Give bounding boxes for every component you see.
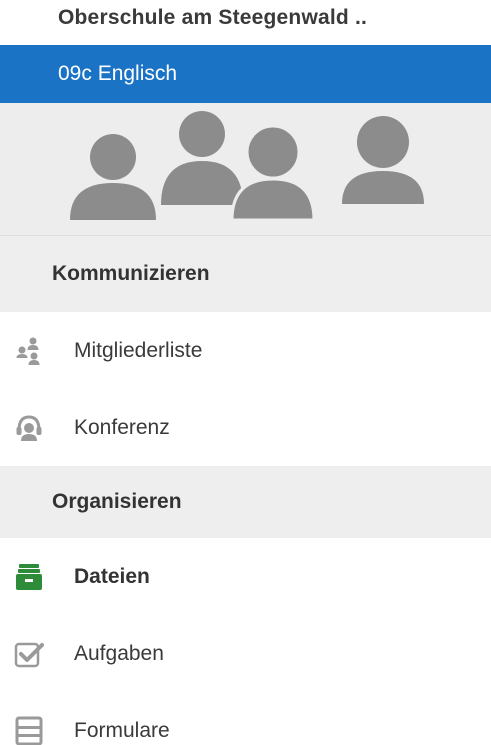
nav-item-label: Dateien — [74, 564, 150, 588]
organization-title[interactable]: Oberschule am Steegenwald .. — [0, 0, 491, 45]
tasks-checkbox-icon — [14, 639, 44, 669]
group-header[interactable]: 09c Englisch — [0, 45, 491, 103]
nav-item-dateien[interactable]: Dateien — [0, 538, 491, 615]
group-name: 09c Englisch — [58, 62, 178, 85]
nav-item-mitgliederliste[interactable]: Mitgliederliste — [0, 312, 491, 389]
group-members-icon — [70, 111, 424, 222]
section-header-kommunizieren: Kommunizieren — [0, 236, 491, 312]
conference-headset-icon — [14, 413, 44, 443]
nav-item-konferenz[interactable]: Konferenz — [0, 389, 491, 466]
nav-item-formulare[interactable]: Formulare — [0, 692, 491, 745]
forms-icon — [14, 716, 44, 745]
group-avatar — [0, 103, 491, 236]
files-drawer-icon — [14, 562, 44, 592]
nav-item-label: Formulare — [74, 718, 170, 742]
nav-item-label: Aufgaben — [74, 641, 164, 665]
section-header-organisieren: Organisieren — [0, 466, 491, 538]
nav-item-label: Mitgliederliste — [74, 338, 203, 362]
members-icon — [14, 336, 44, 366]
nav-item-aufgaben[interactable]: Aufgaben — [0, 615, 491, 692]
sidebar: Oberschule am Steegenwald .. 09c Englisc… — [0, 0, 491, 745]
nav-item-label: Konferenz — [74, 415, 170, 439]
